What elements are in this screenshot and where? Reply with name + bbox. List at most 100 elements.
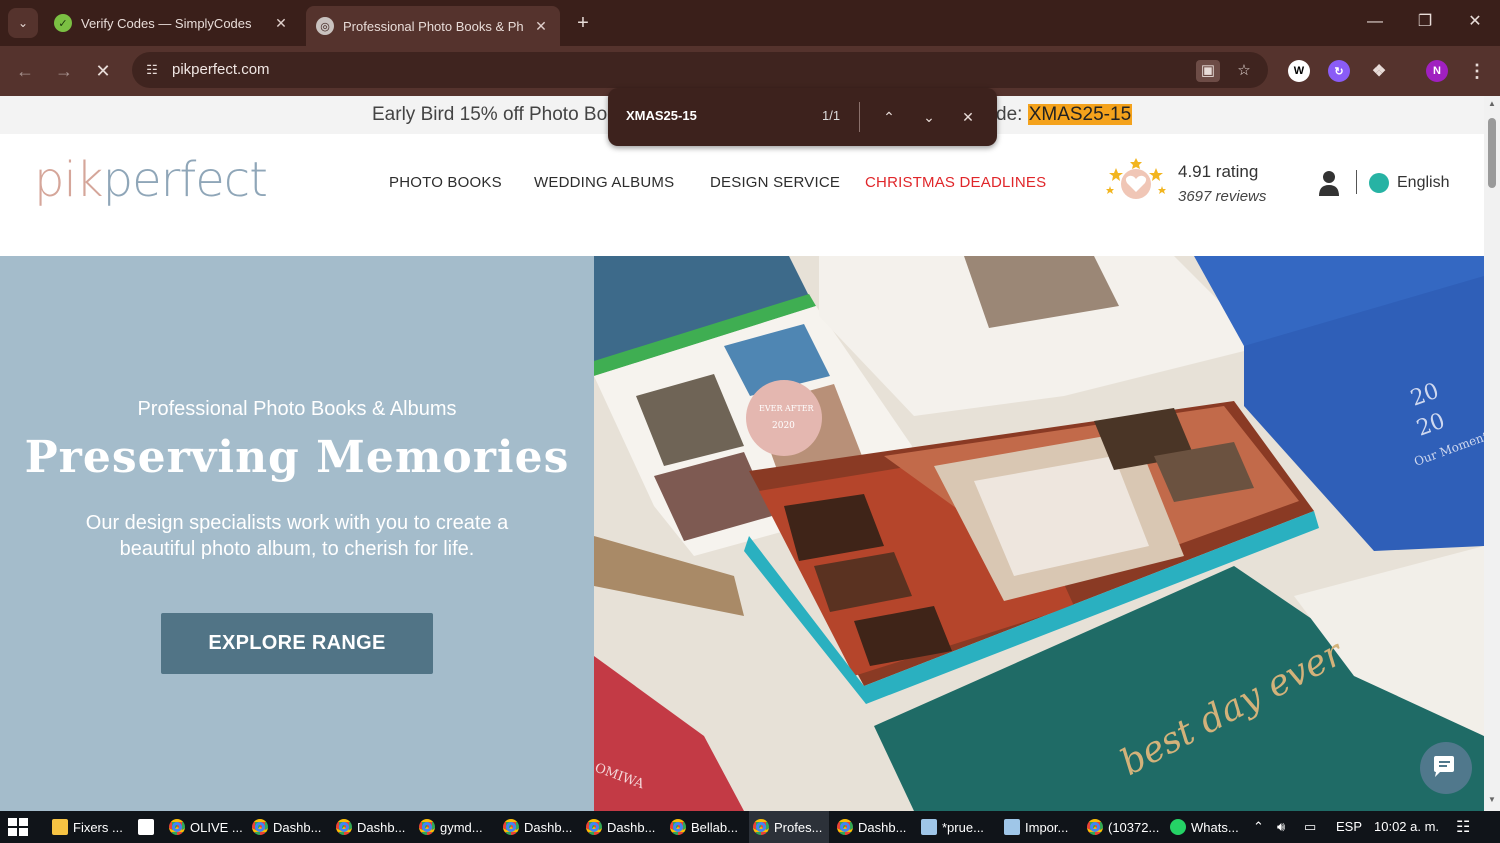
seal-top-text: EVER AFTER — [759, 404, 815, 413]
taskbar-label: OLIVE ... — [190, 819, 243, 835]
store-icon — [138, 819, 154, 835]
taskbar-item-10372[interactable]: (10372... — [1083, 811, 1163, 843]
extension-w-icon[interactable]: W — [1288, 60, 1310, 82]
hero-panel: Professional Photo Books & Albums Preser… — [0, 256, 594, 811]
taskbar-label: *prue... — [942, 819, 984, 835]
seal-year-text: 2020 — [772, 421, 795, 431]
menu-kebab-icon[interactable]: ⋮ — [1466, 60, 1488, 82]
browser-frame: ⌄ ✓ Verify Codes — SimplyCodes ✕ ◎ Profe… — [0, 0, 1500, 96]
site-header: pikperfect PHOTO BOOKS WEDDING ALBUMS DE… — [0, 134, 1484, 256]
nav-design-service[interactable]: DESIGN SERVICE — [710, 174, 840, 191]
url-text[interactable]: pikperfect.com — [172, 61, 270, 78]
close-window-button[interactable]: ✕ — [1450, 0, 1500, 44]
find-match-count: 1/1 — [822, 108, 841, 123]
globe-icon[interactable] — [1369, 173, 1389, 193]
find-divider — [859, 102, 860, 132]
taskbar-item-fixers[interactable]: Fixers ... — [48, 811, 126, 843]
taskbar-item-prue[interactable]: *prue... — [917, 811, 997, 843]
taskbar-item-dashb-5[interactable]: Dashb... — [833, 811, 913, 843]
bookmark-star-icon[interactable]: ☆ — [1232, 60, 1256, 82]
clock[interactable]: 10:02 a. m. — [1374, 819, 1439, 834]
chrome-icon — [586, 819, 602, 835]
explore-range-button[interactable]: EXPLORE RANGE — [161, 613, 433, 674]
input-language[interactable]: ESP — [1336, 819, 1362, 834]
chrome-icon — [419, 819, 435, 835]
tab-title: Professional Photo Books & Ph — [343, 18, 524, 34]
taskbar-item-dashb-3[interactable]: Dashb... — [499, 811, 579, 843]
hero-subtitle: Professional Photo Books & Albums — [137, 398, 457, 420]
tray-chevron-up-icon[interactable]: ⌃ — [1253, 819, 1264, 835]
header-divider — [1356, 170, 1357, 194]
close-icon[interactable]: ✕ — [532, 18, 550, 35]
taskbar-item-olive[interactable]: OLIVE ... — [165, 811, 245, 843]
promo-code: XMAS25-15 — [1027, 104, 1133, 125]
taskbar-label: Impor... — [1025, 819, 1069, 835]
minimize-button[interactable]: — — [1350, 0, 1400, 44]
find-input[interactable]: XMAS25-15 — [626, 108, 697, 123]
tab-search-button[interactable]: ⌄ — [8, 8, 38, 38]
windows-taskbar: Fixers ... OLIVE ... Dashb... Dashb... g… — [0, 811, 1500, 843]
profile-avatar[interactable]: N — [1426, 60, 1448, 82]
close-icon[interactable]: ✕ — [272, 15, 290, 32]
review-count[interactable]: 3697 reviews — [1178, 188, 1266, 205]
taskbar-label: Dashb... — [524, 819, 573, 835]
rating-value: 4.91 rating — [1178, 162, 1259, 181]
hero-photo-books-image: 20 20 Our Moment Togeth best day ever OM… — [594, 256, 1484, 811]
site-info-icon[interactable]: ☷ — [142, 60, 162, 80]
find-next-button[interactable]: ⌄ — [916, 104, 942, 130]
taskbar-item-store[interactable] — [134, 811, 156, 843]
tab-strip: ⌄ ✓ Verify Codes — SimplyCodes ✕ ◎ Profe… — [0, 0, 1500, 46]
taskbar-label: Dashb... — [273, 819, 322, 835]
taskbar-item-profes[interactable]: Profes... — [749, 811, 829, 843]
photo-books-illustration: 20 20 Our Moment Togeth best day ever OM… — [594, 256, 1484, 811]
tab-title: Verify Codes — SimplyCodes — [81, 15, 252, 31]
extensions-puzzle-icon[interactable]: ❖ — [1368, 60, 1390, 82]
chrome-icon — [169, 819, 185, 835]
account-icon[interactable] — [1318, 170, 1340, 196]
scroll-up-icon[interactable]: ▲ — [1488, 100, 1496, 108]
back-button[interactable]: ← — [10, 56, 40, 86]
address-bar[interactable]: ☷ pikperfect.com ▣ ☆ — [132, 52, 1268, 88]
pikperfect-logo[interactable]: pikperfect — [34, 152, 268, 208]
taskbar-item-whatsapp[interactable]: Whats... — [1166, 811, 1246, 843]
network-icon[interactable]: ▭ — [1304, 819, 1316, 835]
nav-wedding-albums[interactable]: WEDDING ALBUMS — [534, 174, 674, 191]
notifications-icon[interactable]: ☷ — [1456, 817, 1470, 837]
chrome-icon — [252, 819, 268, 835]
nav-photo-books[interactable]: PHOTO BOOKS — [389, 174, 502, 191]
page-scrollbar[interactable]: ▲ ▼ — [1484, 96, 1500, 811]
tab-pikperfect[interactable]: ◎ Professional Photo Books & Ph ✕ — [306, 6, 560, 46]
promo-text: Early Bird 15% off Photo Boo — [372, 104, 618, 125]
logo-part-2: perfect — [102, 152, 268, 208]
taskbar-label: Dashb... — [858, 819, 907, 835]
find-close-button[interactable]: ✕ — [955, 104, 981, 130]
forward-button[interactable]: → — [49, 56, 79, 86]
stop-loading-button[interactable]: ✕ — [88, 56, 118, 86]
find-in-page-bar: XMAS25-15 1/1 ⌃ ⌄ ✕ — [608, 88, 997, 146]
taskbar-label: gymd... — [440, 819, 483, 835]
language-selector[interactable]: English — [1397, 174, 1449, 192]
windows-start-icon[interactable] — [8, 818, 28, 836]
rating-heart-icon — [1106, 158, 1166, 199]
taskbar-label: (10372... — [1108, 819, 1160, 835]
nav-christmas-deadlines[interactable]: CHRISTMAS DEADLINES — [865, 174, 1046, 191]
scroll-thumb[interactable] — [1488, 118, 1496, 188]
new-tab-button[interactable]: + — [570, 10, 596, 36]
chat-widget-button[interactable] — [1420, 742, 1472, 794]
taskbar-item-impor[interactable]: Impor... — [1000, 811, 1080, 843]
whatsapp-icon — [1170, 819, 1186, 835]
taskbar-item-dashb-1[interactable]: Dashb... — [248, 811, 328, 843]
volume-icon[interactable]: 🔊︎ — [1277, 819, 1285, 835]
chrome-icon — [837, 819, 853, 835]
restore-button[interactable]: ❐ — [1400, 0, 1450, 44]
tab-simplycodes[interactable]: ✓ Verify Codes — SimplyCodes ✕ — [44, 6, 300, 40]
taskbar-item-gymd[interactable]: gymd... — [415, 811, 495, 843]
taskbar-item-dashb-2[interactable]: Dashb... — [332, 811, 412, 843]
lens-icon[interactable]: ▣ — [1196, 60, 1220, 82]
extension-purple-icon[interactable]: ↻ — [1328, 60, 1350, 82]
taskbar-item-dashb-4[interactable]: Dashb... — [582, 811, 662, 843]
taskbar-item-bellab[interactable]: Bellab... — [666, 811, 746, 843]
find-previous-button[interactable]: ⌃ — [876, 104, 902, 130]
scroll-down-icon[interactable]: ▼ — [1488, 796, 1496, 804]
taskbar-label: Profes... — [774, 819, 823, 835]
